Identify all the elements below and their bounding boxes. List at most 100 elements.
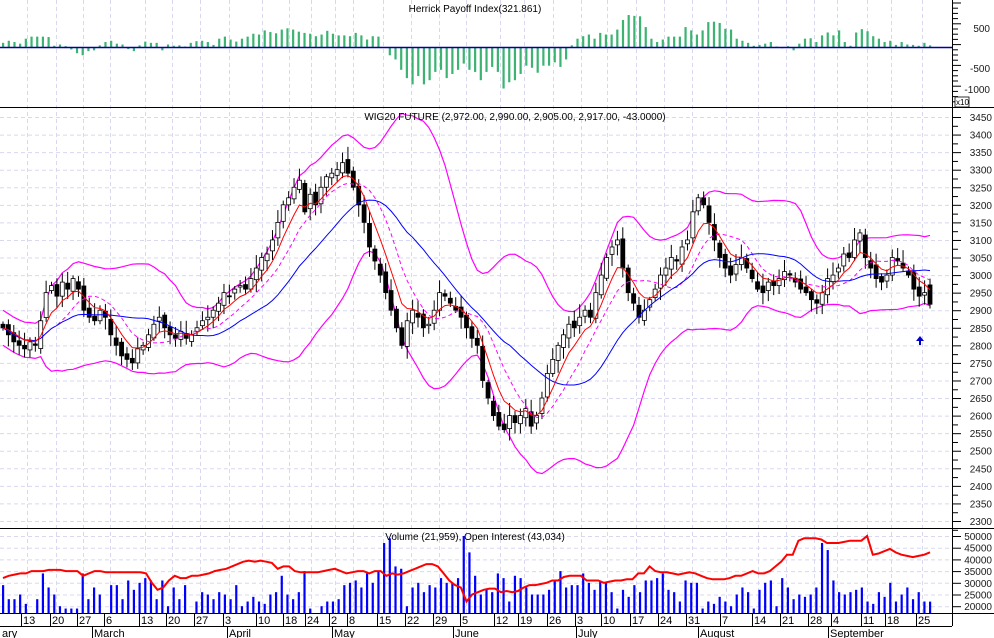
candle bbox=[539, 391, 545, 420]
candle bbox=[103, 303, 108, 330]
candle-body bbox=[329, 172, 335, 179]
hpi-bar bbox=[519, 47, 522, 74]
hpi-bar bbox=[593, 38, 596, 47]
price-axis-label: 3100 bbox=[970, 236, 993, 247]
hpi-bar bbox=[445, 47, 448, 79]
candle bbox=[162, 312, 168, 339]
volume-bar bbox=[923, 601, 926, 613]
volume-bar bbox=[183, 585, 187, 613]
date-label: 7 bbox=[722, 615, 728, 627]
candle-body bbox=[76, 281, 81, 290]
candle bbox=[846, 243, 852, 263]
candle-body bbox=[835, 267, 841, 273]
date-label: 8 bbox=[349, 615, 355, 627]
volume-bar bbox=[769, 580, 772, 613]
date-label: 28 bbox=[810, 615, 822, 627]
volume-bar bbox=[240, 606, 244, 613]
hpi-bar bbox=[121, 44, 124, 47]
volume-bar bbox=[58, 606, 62, 613]
date-label: 6 bbox=[106, 615, 112, 627]
hpi-bar bbox=[394, 47, 397, 60]
hpi-bar bbox=[314, 36, 317, 47]
date-label: 29 bbox=[435, 615, 447, 627]
candle-body bbox=[480, 345, 486, 381]
hpi-bar bbox=[434, 47, 437, 72]
volume-bar bbox=[547, 589, 551, 613]
volume-bar bbox=[673, 592, 676, 613]
hpi-bar bbox=[280, 29, 283, 47]
candle-body bbox=[577, 316, 583, 327]
candle-body bbox=[334, 169, 340, 176]
candle bbox=[712, 213, 717, 252]
hpi-bar bbox=[439, 47, 443, 70]
candle bbox=[668, 244, 674, 279]
hpi-bar bbox=[252, 33, 255, 47]
candle-body bbox=[270, 239, 275, 252]
volume-bar bbox=[826, 550, 829, 613]
hpi-bar bbox=[923, 42, 926, 47]
hpi-bar bbox=[889, 40, 892, 47]
month-label: September bbox=[830, 628, 884, 638]
volume-bar bbox=[47, 587, 50, 613]
hpi-axis-label: -1000 bbox=[964, 85, 990, 96]
candle bbox=[690, 199, 696, 244]
candle-body bbox=[765, 281, 771, 291]
hpi-bar bbox=[229, 39, 232, 47]
candle-body bbox=[361, 204, 367, 223]
volume-bar bbox=[491, 592, 494, 613]
date-label: 14 bbox=[754, 615, 766, 627]
date-label: 25 bbox=[918, 615, 930, 627]
volume-bar bbox=[246, 601, 249, 613]
candle bbox=[226, 284, 232, 304]
date-label: 18 bbox=[285, 615, 297, 627]
volume-bar bbox=[155, 599, 158, 613]
hpi-bar bbox=[13, 42, 16, 47]
volume-bar bbox=[138, 582, 141, 613]
candle bbox=[825, 268, 830, 304]
hpi-bar bbox=[530, 47, 534, 68]
candle-body bbox=[733, 264, 739, 275]
hpi-bar bbox=[246, 36, 249, 47]
volume-bar bbox=[752, 608, 755, 613]
hpi-bar bbox=[673, 36, 676, 47]
candle-body bbox=[86, 307, 92, 318]
hpi-bar bbox=[735, 38, 738, 47]
candle bbox=[776, 269, 782, 295]
hpi-bar bbox=[411, 47, 414, 85]
hpi-bar bbox=[400, 47, 403, 70]
volume-bar bbox=[206, 594, 209, 613]
volume-bar bbox=[485, 589, 488, 613]
candle-body bbox=[846, 252, 852, 258]
hpi-multiplier-badge: x10 bbox=[954, 96, 969, 108]
hpi-bar bbox=[644, 27, 647, 47]
candle bbox=[22, 332, 27, 358]
hpi-bar bbox=[110, 40, 113, 47]
candle-body bbox=[167, 326, 173, 336]
volume-bar bbox=[553, 580, 556, 613]
candle-body bbox=[297, 179, 302, 190]
candle-body bbox=[447, 297, 453, 304]
volume-bar bbox=[365, 573, 369, 613]
candle-body bbox=[437, 292, 442, 311]
candle-body bbox=[135, 348, 141, 364]
bollinger-lower-band bbox=[2, 250, 931, 475]
volume-bar bbox=[411, 587, 414, 613]
volume-bar bbox=[98, 594, 101, 613]
candle-body bbox=[566, 323, 572, 339]
hpi-bar bbox=[2, 42, 5, 47]
date-label: 11 bbox=[863, 615, 874, 627]
volume-bar bbox=[843, 594, 846, 613]
hpi-bar bbox=[297, 31, 300, 47]
hpi-bar bbox=[337, 35, 340, 47]
hpi-bar bbox=[826, 32, 829, 47]
candle bbox=[835, 263, 841, 279]
candle bbox=[550, 348, 556, 377]
volume-bar bbox=[559, 571, 562, 613]
candle-body bbox=[760, 285, 766, 294]
candle bbox=[270, 230, 275, 260]
volume-bar bbox=[127, 580, 130, 613]
candle bbox=[32, 336, 38, 352]
price-axis-label: 3400 bbox=[970, 131, 993, 142]
volume-bar bbox=[684, 580, 687, 613]
month-label: July bbox=[578, 628, 598, 638]
